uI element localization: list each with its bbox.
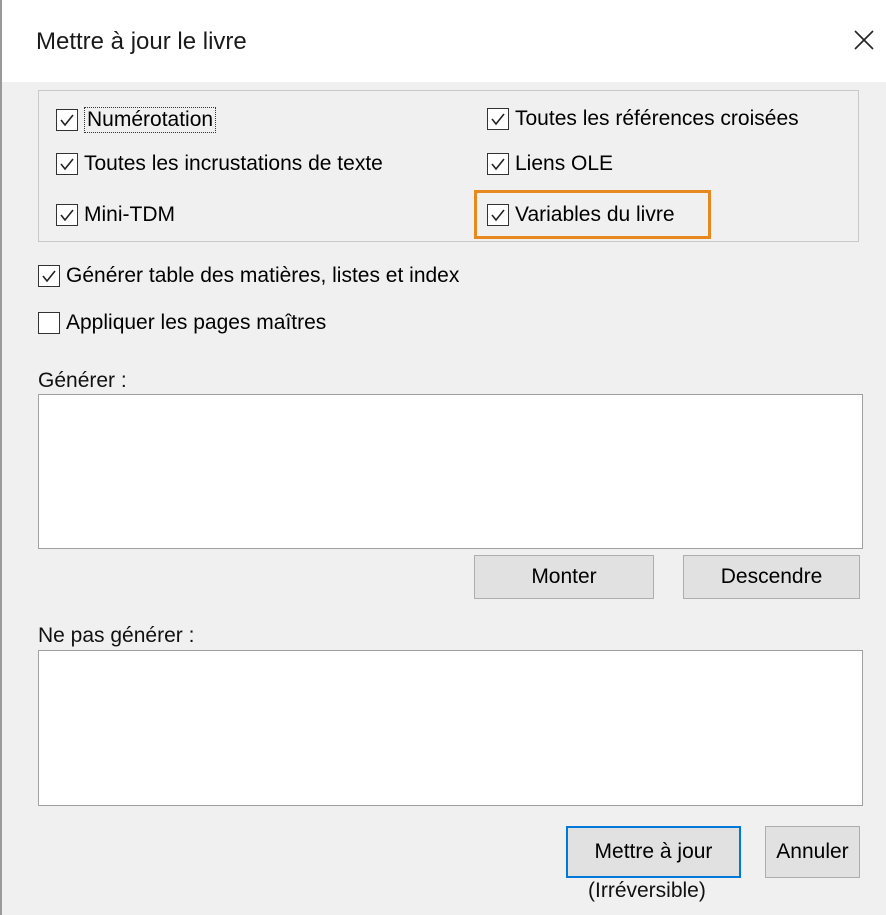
option-liens-ole-label: Liens OLE: [515, 152, 614, 175]
ne-pas-generer-label: Ne pas générer :: [38, 624, 195, 647]
check-icon: [42, 270, 56, 283]
option-references-croisees[interactable]: Toutes les références croisées: [487, 107, 799, 131]
check-icon: [491, 209, 505, 222]
check-icon: [60, 158, 74, 171]
checkbox-generer-table[interactable]: [38, 265, 60, 287]
title-bar: Mettre à jour le livre: [2, 0, 886, 82]
option-generer-table[interactable]: Générer table des matières, listes et in…: [38, 264, 459, 288]
option-variables-label: Variables du livre: [515, 203, 675, 226]
option-mini-tdm-label: Mini-TDM: [84, 203, 175, 226]
check-icon: [491, 158, 505, 171]
check-icon: [491, 113, 505, 126]
option-generer-table-label: Générer table des matières, listes et in…: [66, 264, 460, 287]
checkbox-variables[interactable]: [487, 204, 509, 226]
descendre-button[interactable]: Descendre: [683, 555, 860, 599]
generer-listbox[interactable]: [38, 394, 863, 549]
checkbox-references-croisees[interactable]: [487, 108, 509, 130]
annuler-button[interactable]: Annuler: [765, 826, 860, 878]
check-icon: [60, 209, 74, 222]
irreversible-note: (Irréversible): [588, 879, 706, 902]
checkbox-incrustations[interactable]: [56, 153, 78, 175]
close-icon: [854, 30, 874, 50]
option-numerotation[interactable]: Numérotation: [56, 107, 217, 133]
close-button[interactable]: [844, 20, 884, 60]
option-incrustations[interactable]: Toutes les incrustations de texte: [56, 152, 383, 176]
option-liens-ole[interactable]: Liens OLE: [487, 152, 613, 176]
checkbox-liens-ole[interactable]: [487, 153, 509, 175]
check-icon: [60, 114, 74, 127]
option-appliquer-pages-label: Appliquer les pages maîtres: [66, 311, 327, 334]
ne-pas-generer-listbox[interactable]: [38, 650, 863, 806]
option-incrustations-label: Toutes les incrustations de texte: [84, 152, 383, 175]
option-references-croisees-label: Toutes les références croisées: [515, 107, 799, 130]
checkbox-appliquer-pages[interactable]: [38, 312, 60, 334]
checkbox-numerotation[interactable]: [56, 109, 78, 131]
option-appliquer-pages[interactable]: Appliquer les pages maîtres: [38, 311, 326, 335]
monter-button[interactable]: Monter: [474, 555, 654, 599]
checkbox-mini-tdm[interactable]: [56, 204, 78, 226]
generer-label: Générer :: [38, 369, 127, 392]
option-numerotation-label: Numérotation: [84, 107, 217, 133]
option-mini-tdm[interactable]: Mini-TDM: [56, 203, 175, 227]
mettre-a-jour-button[interactable]: Mettre à jour: [566, 826, 741, 878]
option-variables[interactable]: Variables du livre: [487, 203, 675, 227]
dialog-title: Mettre à jour le livre: [36, 28, 247, 55]
